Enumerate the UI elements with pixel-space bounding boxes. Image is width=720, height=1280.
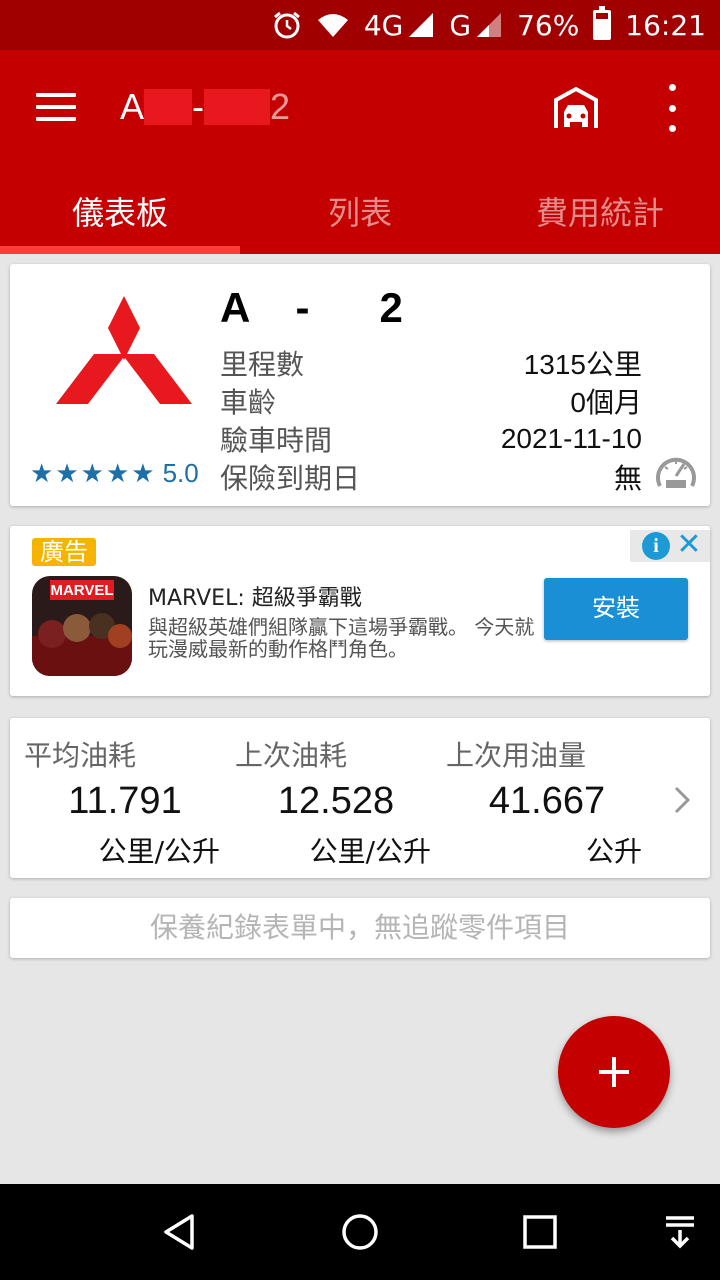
vehicle-age-label: 車齡 <box>220 386 277 419</box>
insurance-value: 無 <box>613 463 642 494</box>
chevron-right-icon[interactable] <box>666 780 698 820</box>
avg-fuel-economy-value: 11.791 <box>68 780 182 822</box>
ad-title: MARVEL: 超級爭霸戰 <box>148 586 362 611</box>
star-icon: ★ <box>105 458 130 489</box>
avg-fuel-economy-label: 平均油耗 <box>24 739 137 772</box>
inspection-row: 驗車時間 2021-11-10 <box>220 420 642 458</box>
last-fuel-volume-value: 41.667 <box>488 780 606 822</box>
vehicle-title: A - 2 <box>120 86 290 128</box>
more-vert-icon[interactable] <box>660 84 684 132</box>
avg-fuel-economy-unit: 公里/公升 <box>98 835 220 868</box>
star-icon: ★ <box>131 458 155 489</box>
menu-icon[interactable] <box>36 93 76 123</box>
back-icon[interactable] <box>160 1212 200 1252</box>
last-fuel-economy: 上次油耗 12.528 公里/公升 <box>221 718 431 878</box>
garage-icon[interactable] <box>552 86 600 130</box>
home-icon[interactable] <box>340 1212 380 1252</box>
last-fuel-economy-unit: 公里/公升 <box>309 835 431 868</box>
star-icon: ★ <box>30 458 54 489</box>
clock: 16:21 <box>625 8 706 42</box>
wifi-icon <box>316 11 350 39</box>
mileage-value: 1315公里 <box>523 349 642 380</box>
title-suffix: 2 <box>270 86 291 127</box>
fuel-stats-card[interactable]: 平均油耗 11.791 公里/公升 上次油耗 12.528 公里/公升 上次用油… <box>10 718 710 878</box>
insurance-row: 保險到期日 無 <box>220 458 642 496</box>
mitsubishi-logo <box>54 292 194 412</box>
app-bar: A - 2 儀表板 列表 費用統計 <box>0 50 720 254</box>
last-fuel-volume-unit: 公升 <box>585 835 642 868</box>
vehicle-age-row: 車齡 0個月 <box>220 382 642 420</box>
ad-close-icon[interactable]: ✕ <box>674 530 704 560</box>
ad-app-icon-label: MARVEL <box>50 582 113 599</box>
mileage-row: 里程數 1315公里 <box>220 344 642 382</box>
insurance-label: 保險到期日 <box>220 462 361 495</box>
inspection-value: 2021-11-10 <box>500 423 642 454</box>
status-bar: 4G G 76% 16:21 <box>0 0 720 50</box>
add-fab-button[interactable] <box>558 1016 670 1128</box>
alarm-icon <box>272 10 302 40</box>
system-nav-bar <box>0 1184 720 1280</box>
battery-icon <box>593 6 612 40</box>
mileage-label: 里程數 <box>220 348 305 381</box>
star-icon: ★ <box>80 458 104 489</box>
ad-app-icon[interactable]: MARVEL <box>32 576 132 676</box>
tab-dashboard[interactable]: 儀表板 <box>0 170 240 254</box>
last-fuel-economy-value: 12.528 <box>277 780 395 822</box>
network-4g-label: 4G <box>364 9 436 42</box>
battery-percent: 76% <box>517 8 580 42</box>
rating-score: 5.0 <box>162 458 199 488</box>
last-fuel-economy-label: 上次油耗 <box>235 739 348 772</box>
redaction-block <box>144 89 193 125</box>
tab-expense-stats[interactable]: 費用統計 <box>480 170 720 254</box>
tab-bar: 儀表板 列表 費用統計 <box>0 170 720 254</box>
ad-install-button[interactable]: 安裝 <box>544 578 688 640</box>
ad-badge: 廣告 <box>32 538 96 566</box>
redaction-block <box>204 89 271 125</box>
title-prefix: A <box>120 86 145 127</box>
vehicle-card[interactable]: A - 2 里程數 1315公里 車齡 0個月 驗車時間 2021-11-10 … <box>10 264 710 506</box>
last-fuel-volume-label: 上次用油量 <box>446 739 587 772</box>
ad-card[interactable]: 廣告 i ✕ MARVEL MARVEL: 超級爭霸戰 與超級英雄們組隊贏下這場… <box>10 526 710 696</box>
vehicle-plate: A - 2 <box>220 284 403 331</box>
vehicle-age-value: 0個月 <box>570 387 642 418</box>
ad-description: 與超級英雄們組隊贏下這場爭霸戰。 今天就玩漫威最新的動作格鬥角色。 <box>148 615 535 661</box>
tab-list[interactable]: 列表 <box>240 170 480 254</box>
vehicle-rating: ★ ★ ★ ★ ★ 5.0 <box>30 458 199 489</box>
recents-icon[interactable] <box>520 1212 560 1252</box>
odometer-gauge-icon[interactable] <box>654 452 698 492</box>
maintenance-card[interactable]: 保養紀錄表單中，無追蹤零件項目 <box>10 898 710 958</box>
notification-drawer-icon[interactable] <box>660 1212 700 1252</box>
ad-info-icon[interactable]: i <box>642 532 670 560</box>
inspection-label: 驗車時間 <box>220 424 333 457</box>
network-g-label: G <box>449 9 503 42</box>
star-icon: ★ <box>55 458 79 489</box>
avg-fuel-economy: 平均油耗 11.791 公里/公升 <box>10 718 220 878</box>
title-dash: - <box>192 86 205 127</box>
last-fuel-volume: 上次用油量 41.667 公升 <box>432 718 642 878</box>
